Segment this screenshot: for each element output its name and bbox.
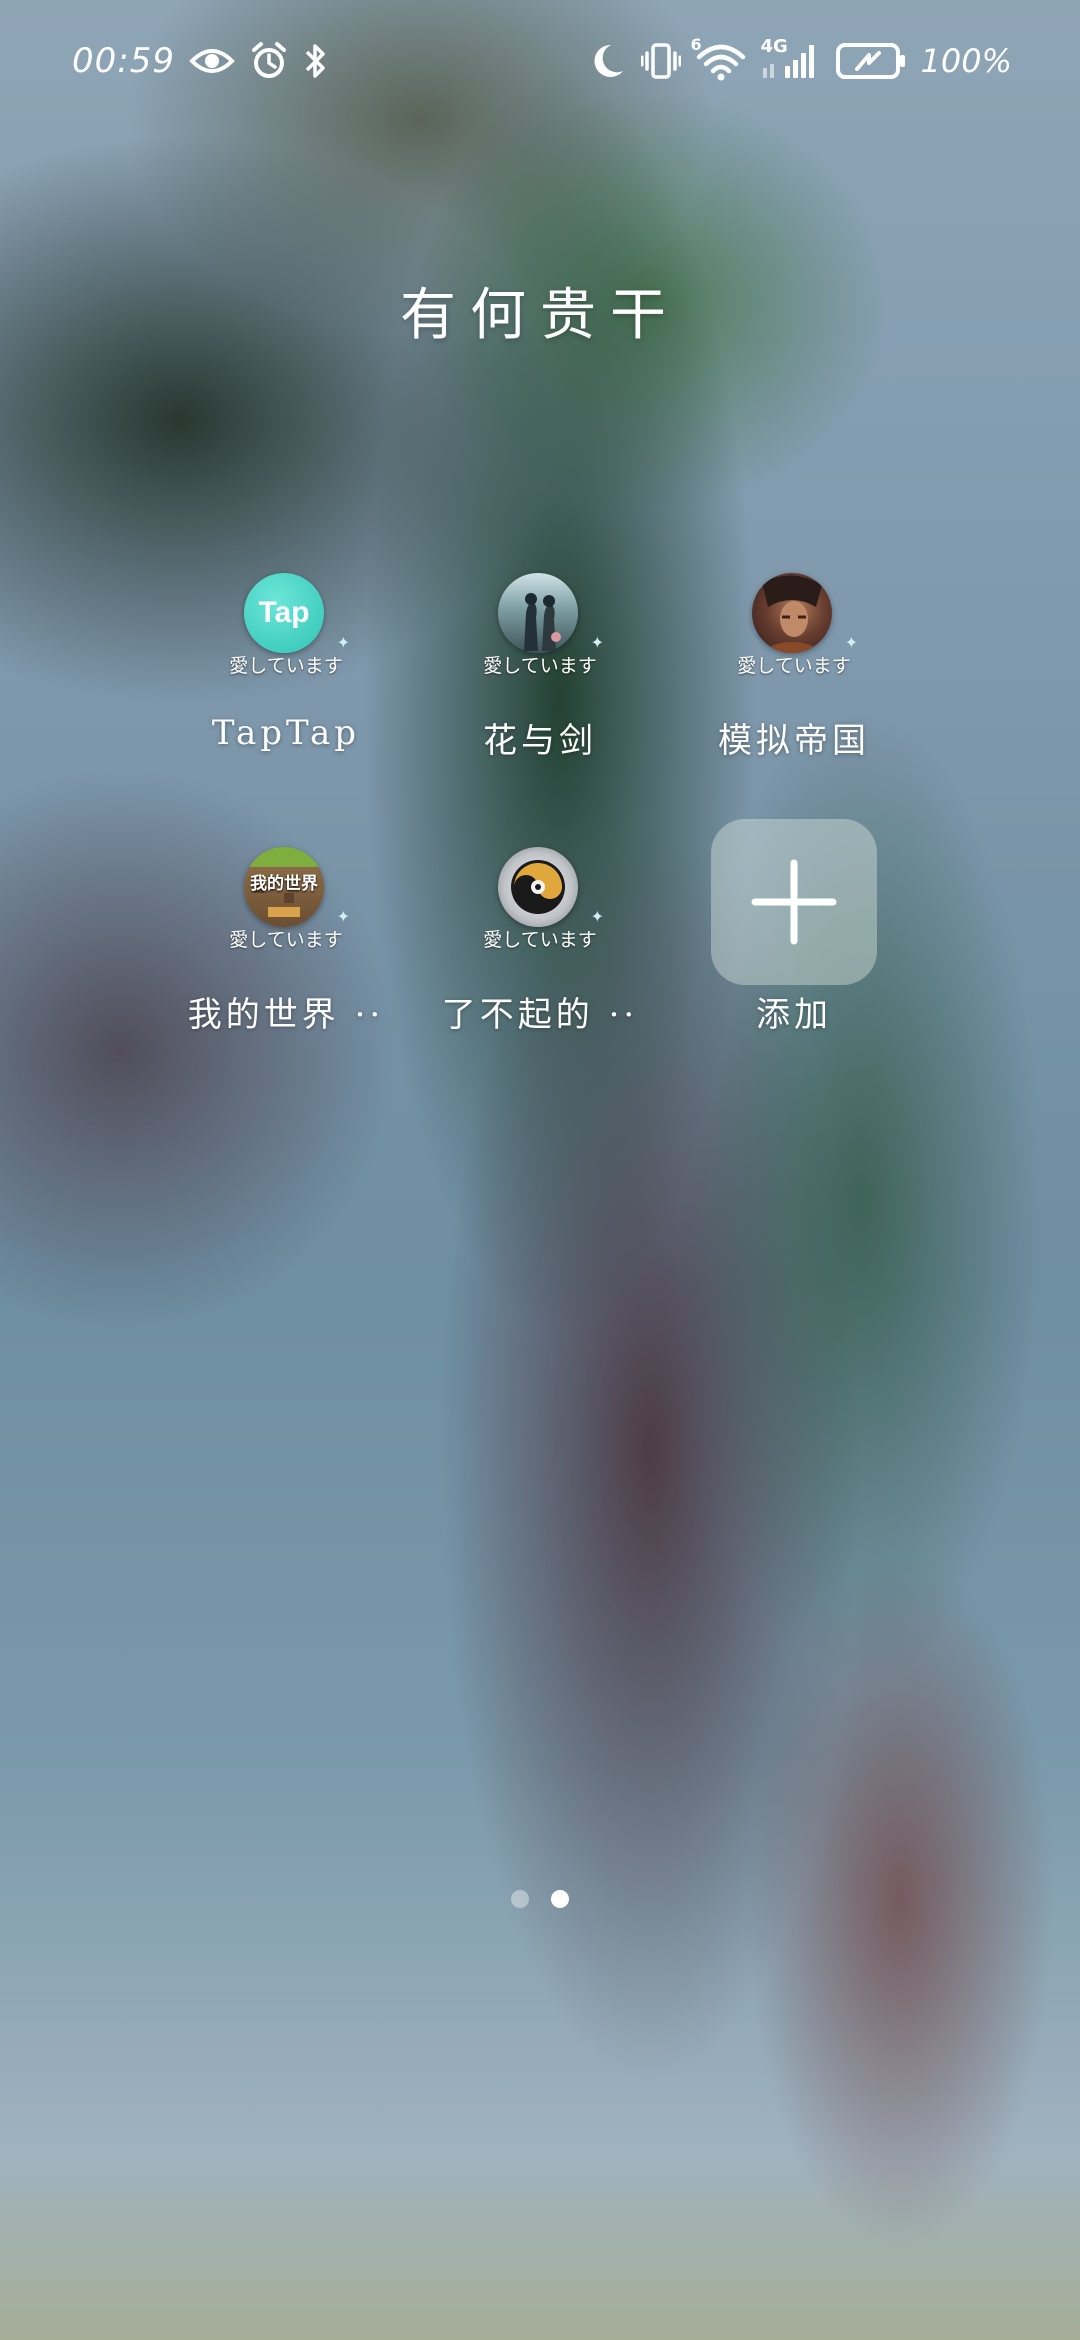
taptap-icon-text: Tap [258,596,310,629]
minecraft-icon-wrap[interactable]: 我的世界 ✦ [244,847,350,931]
minecraft-icon-text: 我的世界 [250,874,318,894]
signal-icon: 4G [761,36,821,82]
app-badge: 愛しています [483,929,597,951]
sparkle-icon: ✦ [590,907,604,926]
app-empire-sim[interactable]: ✦ 愛しています 模拟帝国 [679,573,909,773]
battery-percentage: 100% [920,42,1012,80]
add-app-label: 添加 [756,995,832,1035]
app-minecraft[interactable]: 我的世界 ✦ 愛しています 我的世界 ·· [171,847,401,1047]
app-badge: 愛しています [483,655,597,677]
status-right: 6 4G 100% [589,35,1012,86]
sparkle-icon: ✦ [590,633,604,652]
status-bar: 00:59 6 4G 100% [0,0,1080,120]
empire-sim-icon[interactable] [752,573,832,653]
app-label-taptap: TapTap [211,713,361,753]
sparkle-icon: ✦ [844,633,858,652]
add-app-button[interactable]: 添加 [679,819,909,1047]
bluetooth-icon [303,41,329,81]
app-label-amazing: 了不起的 ·· [441,995,639,1035]
status-left: 00:59 [72,36,329,86]
wifi-label: 6 [690,35,702,54]
sparkle-icon: ✦ [336,633,350,652]
eye-icon [189,44,235,78]
app-badge: 愛しています [737,655,851,677]
moon-icon [589,41,627,81]
clock: 00:59 [72,41,175,81]
empire-sim-icon-wrap[interactable]: ✦ [752,573,858,657]
page-dot-1[interactable] [511,1890,529,1908]
page-dot-2-active[interactable] [551,1890,569,1908]
app-flower-sword[interactable]: ✦ 愛しています 花与剑 [425,573,655,773]
minecraft-icon[interactable]: 我的世界 [244,847,324,927]
app-label-flower-sword: 花与剑 [483,721,597,761]
taptap-icon-wrap[interactable]: Tap ✦ [244,573,350,657]
page-indicator [0,1890,1080,1908]
amazing-icon-wrap[interactable]: ✦ [498,847,604,931]
app-badge: 愛しています [229,929,343,951]
amazing-icon[interactable] [498,847,578,927]
taptap-icon[interactable]: Tap [244,573,324,653]
sparkle-icon: ✦ [336,907,350,926]
app-label-empire-sim: 模拟帝国 [718,721,870,761]
vibrate-icon [640,41,681,81]
app-badge: 愛しています [229,655,343,677]
battery-icon [835,41,907,81]
wifi-icon: 6 [691,35,747,81]
app-taptap[interactable]: Tap ✦ 愛しています TapTap [171,573,401,773]
app-amazing[interactable]: ✦ 愛しています 了不起的 ·· [425,847,655,1047]
folder-title[interactable]: 有何贵干 [0,270,1080,351]
alarm-icon [249,41,289,81]
flower-sword-icon-wrap[interactable]: ✦ [498,573,604,657]
plus-icon [751,859,837,945]
add-tile[interactable] [711,819,877,985]
app-label-minecraft: 我的世界 ·· [187,995,385,1035]
flower-sword-icon[interactable] [498,573,578,653]
